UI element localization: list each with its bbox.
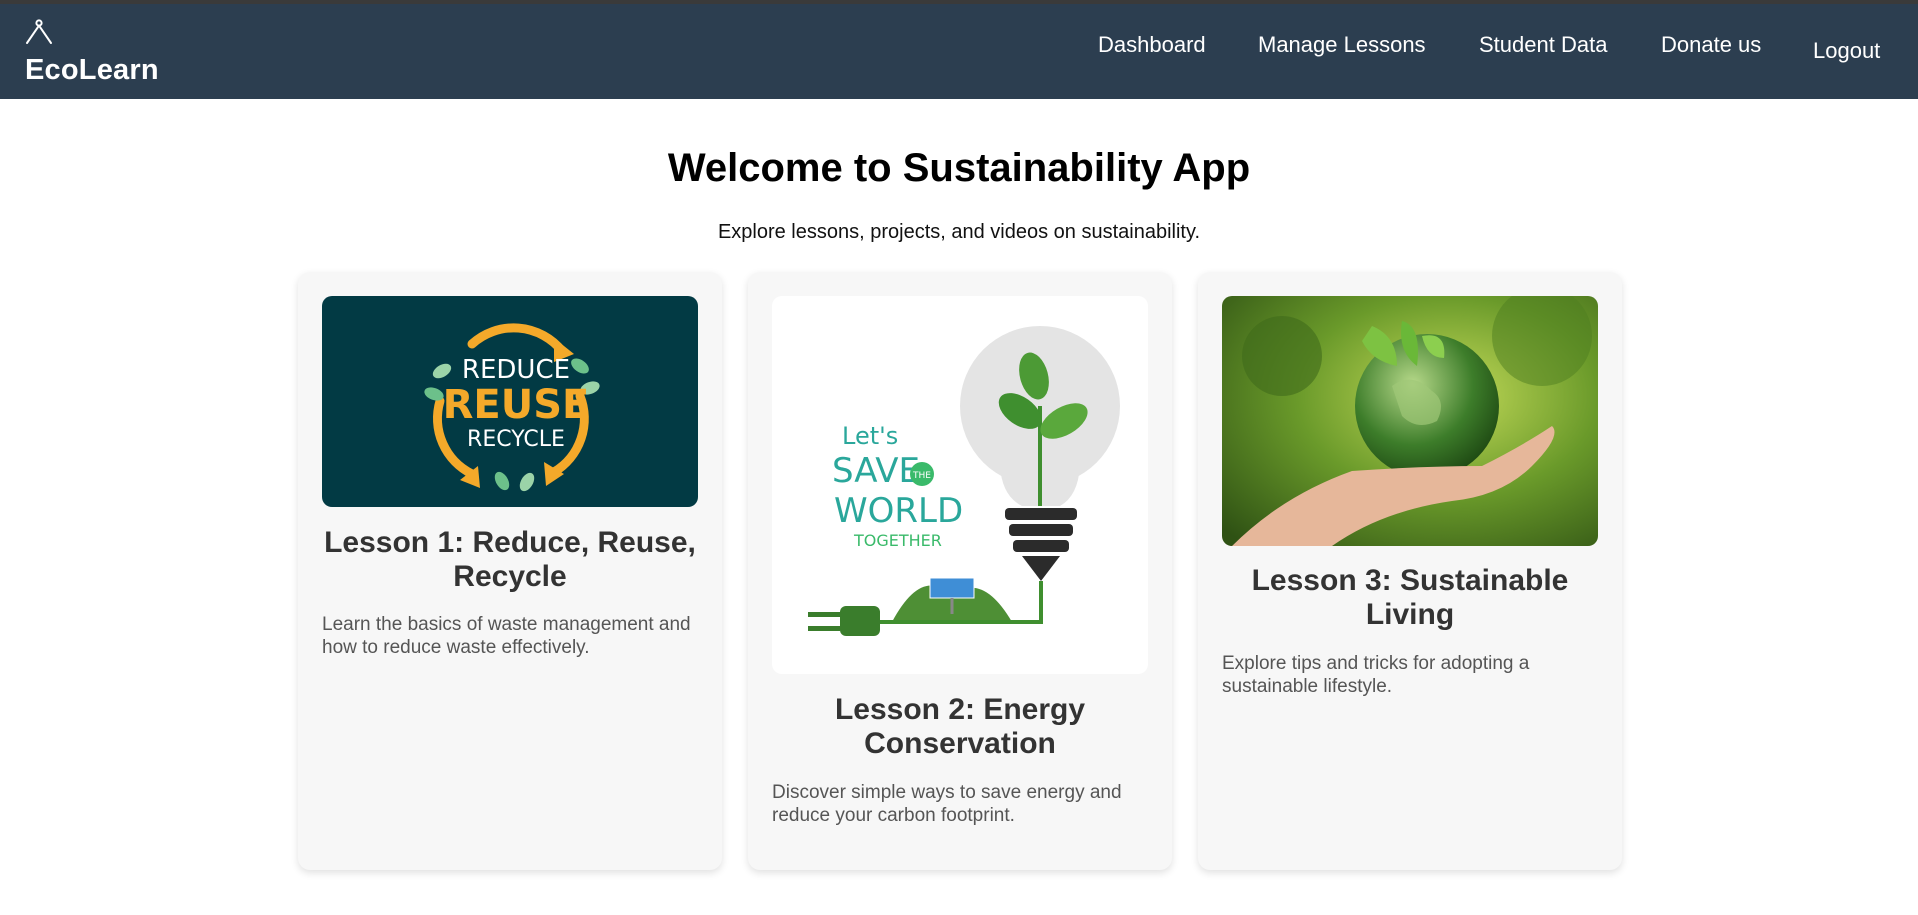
- lesson-3-description: Explore tips and tricks for adopting a s…: [1222, 653, 1530, 697]
- save-line-1: Let's: [842, 422, 898, 450]
- nav-dashboard[interactable]: Dashboard: [1098, 32, 1206, 58]
- save-line-5: TOGETHER: [853, 531, 942, 550]
- brand-logo[interactable]: EcoLearn: [24, 16, 184, 91]
- recycle-line-1: REDUCE: [462, 355, 570, 385]
- lesson-2-description: Discover simple ways to save energy and …: [772, 782, 1122, 826]
- recycle-line-3: RECYCLE: [467, 427, 565, 452]
- lesson-card-1[interactable]: REDUCE REUSE RECYCLE Lesson 1: Reduce, R…: [298, 272, 722, 870]
- brand-name: EcoLearn: [25, 54, 159, 86]
- nav-donate-us[interactable]: Donate us: [1661, 32, 1761, 58]
- lesson-2-title: Lesson 2: Energy Conservation: [834, 693, 1086, 760]
- reduce-reuse-recycle-image: REDUCE REUSE RECYCLE: [322, 296, 698, 507]
- save-line-4: WORLD: [834, 491, 963, 531]
- save-the-world-lightbulb-image: Let's SAVE THE WORLD TOGETHER: [772, 296, 1148, 674]
- recycle-line-2: REUSE: [443, 382, 590, 428]
- navbar: EcoLearn Dashboard Manage Lessons Studen…: [0, 4, 1918, 99]
- save-line-2: SAVE: [832, 451, 920, 491]
- lesson-3-title: Lesson 3: Sustainable Living: [1251, 564, 1569, 631]
- page-title: Welcome to Sustainability App: [667, 146, 1251, 190]
- logout-link[interactable]: Logout: [1813, 38, 1880, 64]
- lesson-card-2[interactable]: Let's SAVE THE WORLD TOGETHER Lesson 2: …: [748, 272, 1172, 870]
- page-subtitle: Explore lessons, projects, and videos on…: [717, 221, 1201, 243]
- hand-holding-earth-image: [1222, 296, 1598, 546]
- nav-manage-lessons[interactable]: Manage Lessons: [1258, 32, 1426, 58]
- save-line-3: THE: [912, 471, 931, 481]
- hanger-icon: [26, 19, 52, 44]
- lesson-card-3[interactable]: Lesson 3: Sustainable Living Explore tip…: [1198, 272, 1622, 870]
- lesson-1-title: Lesson 1: Reduce, Reuse, Recycle: [324, 526, 696, 593]
- nav-student-data[interactable]: Student Data: [1479, 32, 1607, 58]
- lesson-1-description: Learn the basics of waste management and…: [322, 614, 691, 658]
